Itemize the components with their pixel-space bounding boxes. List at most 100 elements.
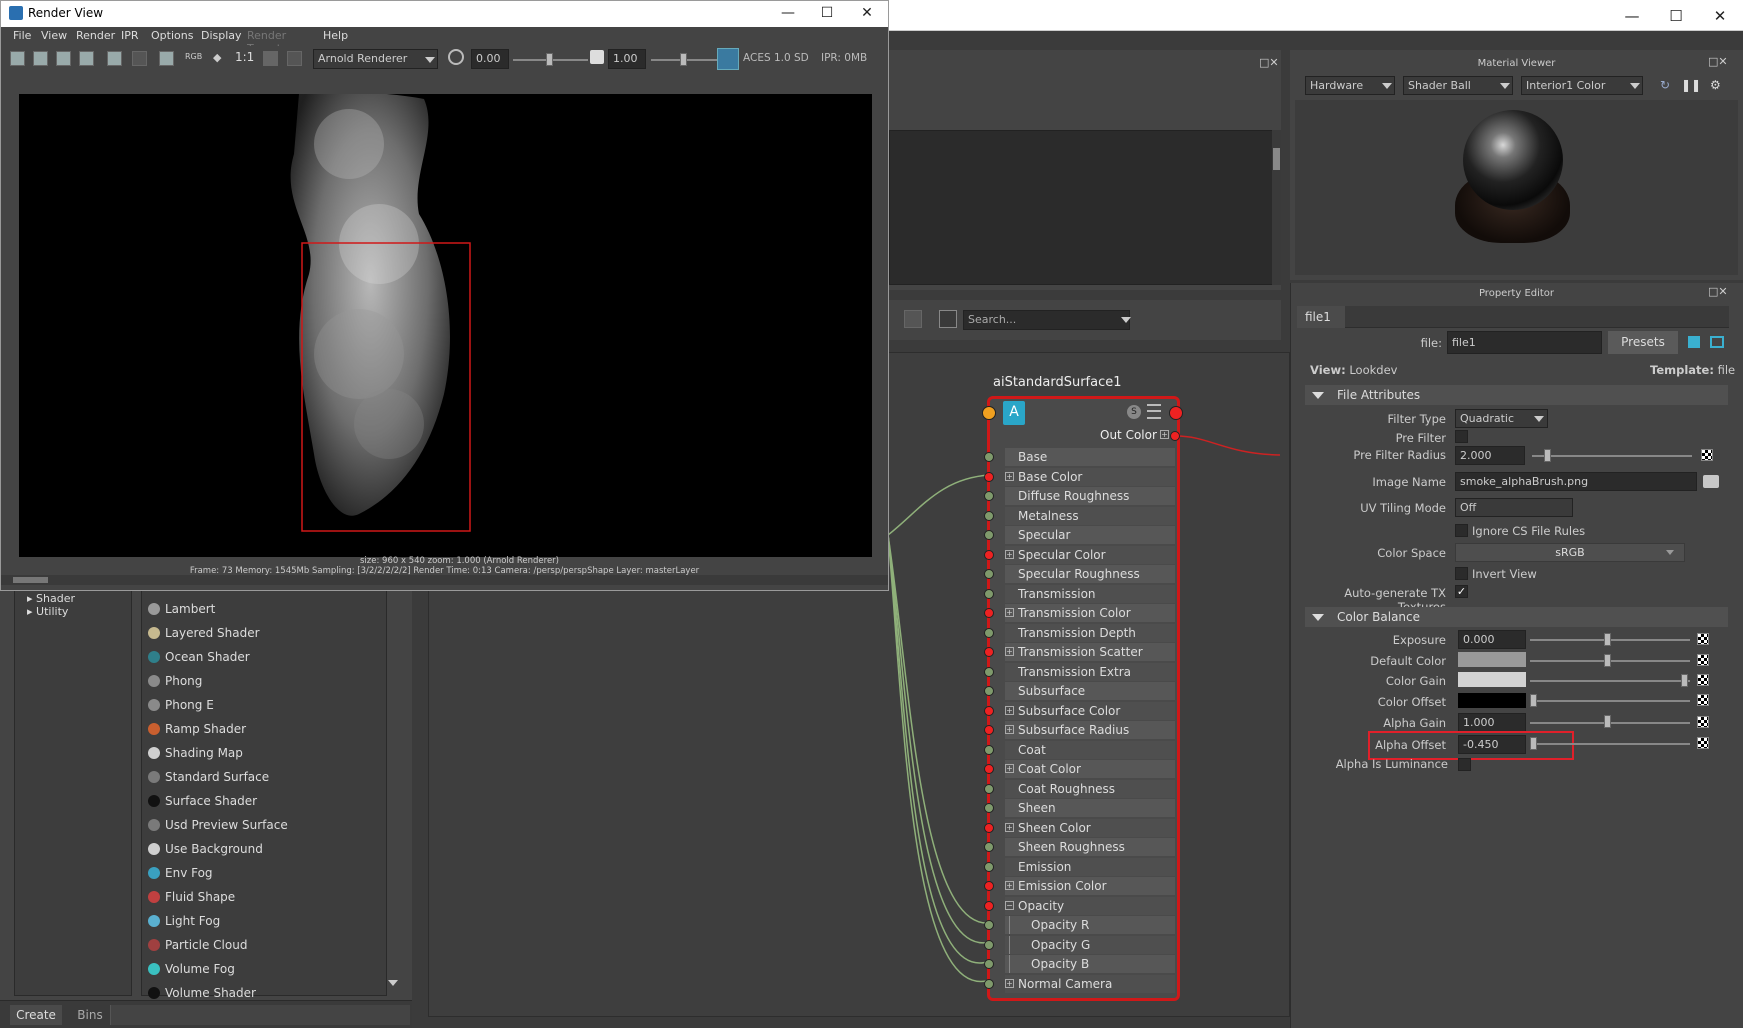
map-button-icon[interactable]	[1697, 654, 1709, 666]
rgb-channel-button[interactable]: RGB	[185, 52, 202, 61]
scroll-thumb[interactable]	[13, 577, 48, 583]
input-port[interactable]	[984, 803, 994, 813]
pre-filter-radius-thumb[interactable]	[1544, 449, 1551, 462]
input-port[interactable]	[984, 491, 994, 501]
template-value[interactable]: file	[1718, 363, 1736, 377]
input-port[interactable]	[984, 608, 994, 618]
search-input[interactable]: Search...	[963, 310, 1130, 330]
tree-item-utility[interactable]: ▸ Utility	[27, 605, 68, 618]
node-attribute-row[interactable]: Opacity G	[1005, 935, 1175, 954]
node-menu-icon[interactable]	[1147, 404, 1161, 419]
chevron-down-icon[interactable]	[1382, 83, 1392, 89]
shader-list-item[interactable]: Ocean Shader	[143, 645, 383, 669]
expand-icon[interactable]: +	[1005, 647, 1014, 656]
real-size-button[interactable]: 1:1	[235, 50, 254, 64]
expand-icon[interactable]: +	[1005, 608, 1014, 617]
map-button-icon[interactable]	[1697, 694, 1709, 706]
show-input-icon[interactable]	[1688, 336, 1700, 348]
search-dropdown-icon[interactable]	[1121, 317, 1131, 323]
exposure-input[interactable]: 0.00	[471, 49, 509, 69]
input-port-main[interactable]	[982, 406, 996, 420]
node-attribute-row[interactable]: + Subsurface Color	[1005, 701, 1175, 720]
chevron-down-icon[interactable]	[1630, 83, 1640, 89]
expand-icon[interactable]: +	[1005, 705, 1014, 715]
input-port[interactable]	[984, 939, 994, 950]
alpha-channel-icon[interactable]: ◆	[213, 51, 228, 66]
node-attribute-row[interactable]: Transmission Depth	[1005, 623, 1175, 642]
input-port[interactable]	[984, 725, 994, 735]
shader-list-item[interactable]: Use Background	[143, 837, 383, 861]
input-port[interactable]	[984, 920, 994, 930]
node-attribute-row[interactable]: Sheen Roughness	[1005, 838, 1175, 856]
out-color-port[interactable]	[1170, 431, 1180, 441]
node-attribute-row[interactable]: Diffuse Roughness	[1005, 487, 1175, 505]
node-attribute-row[interactable]: + Specular Color	[1005, 545, 1175, 564]
exposure-thumb[interactable]	[546, 53, 553, 66]
view-transform-icon[interactable]	[717, 48, 739, 70]
expand-icon[interactable]: +	[1005, 725, 1014, 734]
gamma-thumb[interactable]	[680, 53, 687, 66]
maximize-icon[interactable]: ☐	[1653, 0, 1699, 31]
swatch-toggle-icon[interactable]: S	[1127, 405, 1141, 419]
file-node-name-input[interactable]: file1	[1447, 331, 1602, 354]
node-attribute-row[interactable]: + Normal Camera	[1005, 974, 1175, 993]
alpha-gain-input[interactable]: 1.000	[1458, 713, 1526, 732]
input-port[interactable]	[984, 881, 994, 891]
pre-filter-radius-input[interactable]: 2.000	[1455, 446, 1525, 465]
map-button-icon[interactable]	[1697, 674, 1709, 686]
alpha-is-luminance-checkbox[interactable]	[1458, 758, 1471, 771]
menu-display[interactable]: Display	[201, 29, 242, 45]
input-port[interactable]	[984, 959, 994, 969]
chevron-down-icon[interactable]	[1666, 550, 1674, 555]
color-offset-thumb[interactable]	[1530, 694, 1537, 707]
input-port[interactable]	[984, 842, 994, 852]
node-attribute-row[interactable]: Specular Roughness	[1005, 565, 1175, 583]
alpha-gain-thumb[interactable]	[1604, 715, 1611, 728]
node-attribute-row[interactable]: + Transmission Scatter	[1005, 643, 1175, 661]
browser-scrollbar[interactable]	[1272, 130, 1281, 285]
view-value[interactable]: Lookdev	[1349, 363, 1397, 377]
color-space-dropdown[interactable]: sRGB	[1455, 543, 1685, 562]
exposure-thumb[interactable]	[1604, 633, 1611, 646]
menu-file[interactable]: File	[13, 29, 31, 45]
out-color-expand-icon[interactable]: +	[1160, 430, 1169, 439]
alpha-offset-input[interactable]: -0.450	[1458, 735, 1526, 754]
gamma-icon[interactable]	[590, 50, 604, 64]
node-attribute-row[interactable]: Metalness	[1005, 506, 1175, 525]
chevron-down-icon[interactable]	[1500, 83, 1510, 89]
input-port[interactable]	[984, 627, 994, 638]
node-attribute-row[interactable]: + Subsurface Radius	[1005, 721, 1175, 739]
input-port[interactable]	[984, 861, 994, 872]
tab-create[interactable]: Create	[10, 1005, 62, 1025]
expand-icon[interactable]: +	[1005, 549, 1014, 559]
panel-float-close-icons[interactable]: □✕	[1708, 55, 1728, 68]
shader-list-item[interactable]: Particle Cloud	[143, 933, 383, 957]
node-attribute-row[interactable]: Subsurface	[1005, 682, 1175, 700]
settings-icon[interactable]: ⚙	[1710, 78, 1721, 92]
expand-icon[interactable]: +	[1005, 881, 1014, 890]
shader-list-item[interactable]: Lambert	[143, 597, 383, 621]
region-icon[interactable]	[287, 51, 302, 66]
collapse-triangle-icon[interactable]	[1312, 392, 1324, 399]
default-color-thumb[interactable]	[1604, 654, 1611, 667]
refresh-icon[interactable]: ↻	[1660, 78, 1670, 92]
panel-float-close-icons[interactable]: □✕	[1259, 56, 1279, 69]
close-icon[interactable]: ✕	[847, 1, 887, 25]
environment-dropdown[interactable]: Interior1 Color	[1521, 76, 1643, 95]
shader-list-item[interactable]: Volume Fog	[143, 957, 383, 981]
map-button-icon[interactable]	[1701, 449, 1713, 461]
frame-selection-icon[interactable]	[939, 310, 957, 328]
node-attribute-row[interactable]: Base	[1005, 448, 1175, 466]
menu-render-target[interactable]: Render Target	[247, 29, 286, 55]
minimize-icon[interactable]: —	[768, 1, 808, 25]
input-port[interactable]	[984, 647, 994, 657]
node-attribute-row[interactable]: Sheen	[1005, 799, 1175, 817]
node-title[interactable]: aiStandardSurface1	[993, 375, 1122, 390]
shader-list-item[interactable]: Usd Preview Surface	[143, 813, 383, 837]
node-attribute-row[interactable]: + Coat Color	[1005, 760, 1175, 778]
minimize-icon[interactable]: —	[1609, 0, 1655, 31]
pre-filter-checkbox[interactable]	[1455, 430, 1468, 443]
chevron-down-icon[interactable]	[1534, 416, 1544, 422]
input-port[interactable]	[984, 978, 994, 989]
node-attribute-row[interactable]: Opacity B	[1005, 955, 1175, 973]
